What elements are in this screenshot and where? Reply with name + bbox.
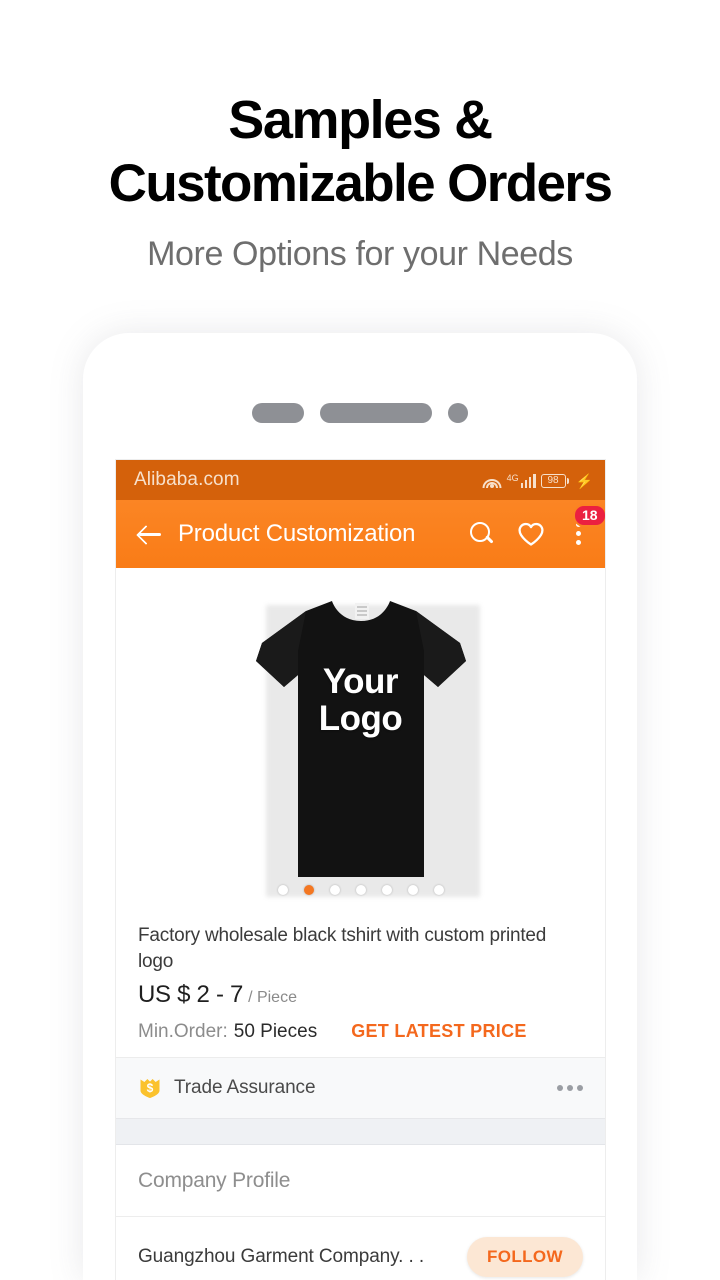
overflow-menu-icon[interactable]: 18 bbox=[567, 503, 605, 549]
trade-assurance-label: Trade Assurance bbox=[174, 1077, 316, 1098]
product-image[interactable]: Your Logo bbox=[254, 591, 480, 897]
product-moq-row: Min.Order: 50 Pieces GET LATEST PRICE bbox=[138, 1021, 583, 1043]
tshirt-illustration bbox=[255, 600, 466, 877]
app-bar-actions: 18 bbox=[469, 503, 605, 549]
product-gallery[interactable]: Your Logo bbox=[116, 568, 605, 913]
product-price-row: US $ 2 - 7 / Piece bbox=[138, 981, 583, 1009]
svg-text:$: $ bbox=[147, 1081, 154, 1095]
battery-icon: 98 bbox=[540, 473, 569, 488]
company-row[interactable]: Guangzhou Garment Company. . . FOLLOW bbox=[116, 1217, 605, 1280]
product-price: US $ 2 - 7 bbox=[138, 981, 244, 1008]
carousel-dot[interactable] bbox=[381, 885, 392, 895]
carousel-dot[interactable] bbox=[355, 885, 366, 895]
lightning-bolt-icon: ⚡ bbox=[575, 472, 593, 489]
product-title: Factory wholesale black tshirt with cust… bbox=[138, 925, 547, 972]
signal-bars-icon: 4G bbox=[506, 472, 536, 488]
phone-screen: Alibaba.com 4G 98 ⚡ Product Customizatio… bbox=[116, 460, 605, 1280]
front-camera-icon bbox=[448, 403, 468, 423]
shirt-print-text: Your Logo bbox=[254, 663, 468, 737]
search-icon[interactable] bbox=[469, 521, 495, 547]
carousel-dots[interactable] bbox=[277, 885, 444, 895]
carousel-dot[interactable] bbox=[329, 885, 340, 895]
notification-badge: 18 bbox=[573, 503, 605, 527]
trade-assurance-shield-icon: $ bbox=[140, 1079, 160, 1098]
product-price-unit: / Piece bbox=[248, 989, 297, 1006]
trade-assurance-row[interactable]: $ Trade Assurance bbox=[116, 1057, 605, 1119]
carousel-dot[interactable] bbox=[407, 885, 418, 895]
follow-button[interactable]: FOLLOW bbox=[466, 1237, 583, 1277]
status-bar-brand: Alibaba.com bbox=[134, 469, 240, 490]
company-profile-title: Company Profile bbox=[138, 1168, 291, 1192]
more-options-icon[interactable] bbox=[557, 1085, 583, 1091]
carousel-dot[interactable] bbox=[303, 885, 314, 895]
proximity-sensor-icon bbox=[252, 403, 304, 423]
back-arrow-icon[interactable] bbox=[134, 518, 166, 550]
company-profile-header: Company Profile bbox=[116, 1145, 605, 1217]
network-type-label: 4G bbox=[506, 472, 519, 483]
shirt-print-line2: Logo bbox=[318, 698, 403, 738]
promo-headline-line2: Customizable Orders bbox=[108, 154, 613, 213]
carousel-dot[interactable] bbox=[277, 885, 288, 895]
heart-icon[interactable] bbox=[517, 521, 545, 547]
product-info: Factory wholesale black tshirt with cust… bbox=[116, 913, 605, 1057]
phone-sensor-cluster bbox=[83, 403, 637, 423]
shirt-print-line1: Your bbox=[322, 661, 399, 701]
company-name: Guangzhou Garment Company. . . bbox=[138, 1246, 425, 1267]
moq-label: Min.Order: bbox=[138, 1021, 228, 1042]
moq-value: 50 Pieces bbox=[233, 1021, 318, 1042]
promo-headline-line1: Samples & bbox=[228, 90, 493, 150]
get-latest-price-button[interactable]: GET LATEST PRICE bbox=[351, 1021, 526, 1042]
page-title: Product Customization bbox=[178, 520, 416, 547]
phone-mockup: Alibaba.com 4G 98 ⚡ Product Customizatio… bbox=[83, 333, 637, 1280]
wifi-icon bbox=[482, 473, 502, 488]
status-bar-icons: 4G 98 ⚡ bbox=[482, 472, 593, 489]
battery-level-label: 98 bbox=[547, 474, 559, 486]
carousel-dot[interactable] bbox=[433, 885, 444, 895]
app-bar: Product Customization 18 bbox=[116, 500, 605, 568]
promo-subheadline: More Options for your Needs bbox=[147, 235, 573, 273]
promo-header: Samples & Customizable Orders More Optio… bbox=[0, 88, 720, 274]
section-spacer bbox=[116, 1119, 605, 1145]
status-bar: Alibaba.com 4G 98 ⚡ bbox=[116, 460, 605, 500]
earpiece-speaker-icon bbox=[320, 403, 432, 423]
promo-page: Samples & Customizable Orders More Optio… bbox=[0, 0, 720, 1280]
